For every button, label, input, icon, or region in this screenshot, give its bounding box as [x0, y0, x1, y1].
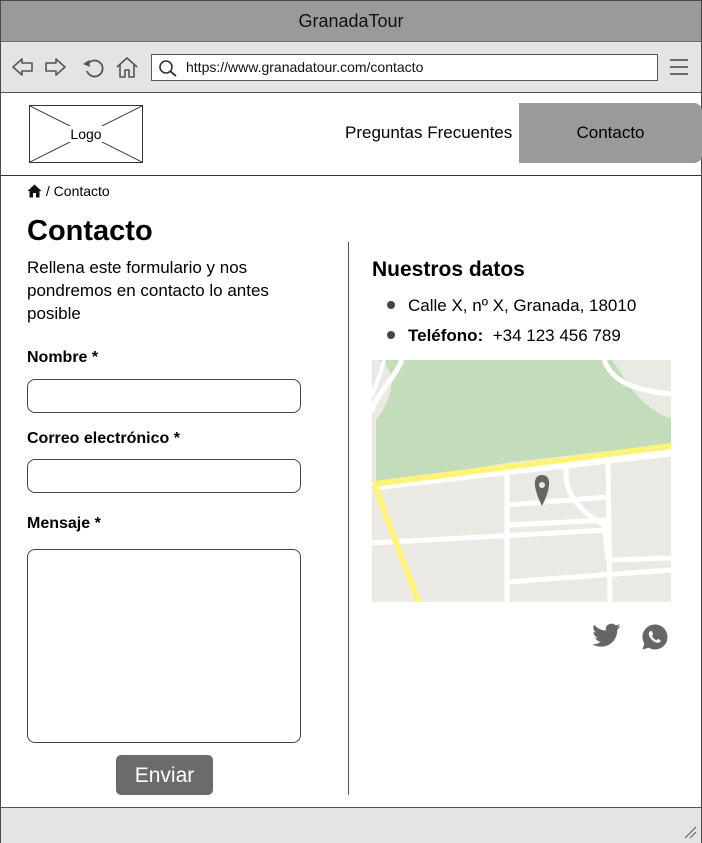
nav-item-faq[interactable]: Preguntas Frecuentes [345, 123, 512, 143]
breadcrumb-separator: / [45, 183, 50, 199]
address-bar[interactable]: https://www.granadatour.com/contacto [151, 54, 658, 81]
window-title: GranadaTour [1, 1, 701, 42]
breadcrumb: / Contacto [27, 183, 110, 199]
home-icon[interactable] [27, 184, 42, 198]
resize-grip-icon[interactable] [683, 825, 697, 839]
phone-number: +34 123 456 789 [492, 326, 621, 345]
name-field[interactable] [27, 379, 301, 413]
browser-toolbar: https://www.granadatour.com/contacto [1, 42, 701, 93]
nav-item-contact[interactable]: Contacto [519, 103, 702, 163]
whatsapp-icon[interactable] [641, 623, 669, 651]
phone-label: Teléfono: [408, 326, 484, 345]
page-title: Contacto [27, 215, 153, 247]
url-text: https://www.granadatour.com/contacto [186, 59, 424, 75]
home-icon[interactable] [115, 56, 139, 78]
phone-item: Teléfono: +34 123 456 789 [387, 326, 621, 346]
contact-info-title: Nuestros datos [372, 258, 525, 281]
twitter-icon[interactable] [593, 623, 621, 649]
back-icon[interactable] [11, 56, 35, 78]
submit-button[interactable]: Enviar [116, 755, 213, 795]
bullet-icon [387, 301, 395, 309]
column-divider [348, 242, 349, 795]
email-field[interactable] [27, 459, 301, 493]
search-icon [159, 60, 177, 77]
map-image [372, 360, 671, 602]
address-item: Calle X, nº X, Granada, 18010 [387, 296, 636, 316]
site-header: Logo Preguntas Frecuentes Contacto [1, 93, 702, 176]
message-label: Mensaje * [27, 515, 101, 532]
bullet-icon [387, 331, 395, 339]
location-map[interactable] [372, 360, 671, 602]
reload-icon[interactable] [81, 56, 105, 78]
browser-window: GranadaTour https://www.granadatour.com/… [0, 0, 702, 843]
form-intro: Rellena este formulario y nos pondremos … [27, 258, 269, 323]
logo[interactable]: Logo [29, 105, 143, 163]
status-bar [1, 807, 701, 843]
forward-icon[interactable] [43, 56, 67, 78]
address-text: Calle X, nº X, Granada, 18010 [408, 296, 637, 315]
message-textarea[interactable] [27, 549, 301, 743]
name-label: Nombre * [27, 349, 99, 366]
breadcrumb-current: Contacto [53, 183, 110, 199]
logo-label: Logo [68, 126, 104, 142]
email-label: Correo electrónico * [27, 430, 180, 447]
menu-icon[interactable] [669, 58, 689, 76]
